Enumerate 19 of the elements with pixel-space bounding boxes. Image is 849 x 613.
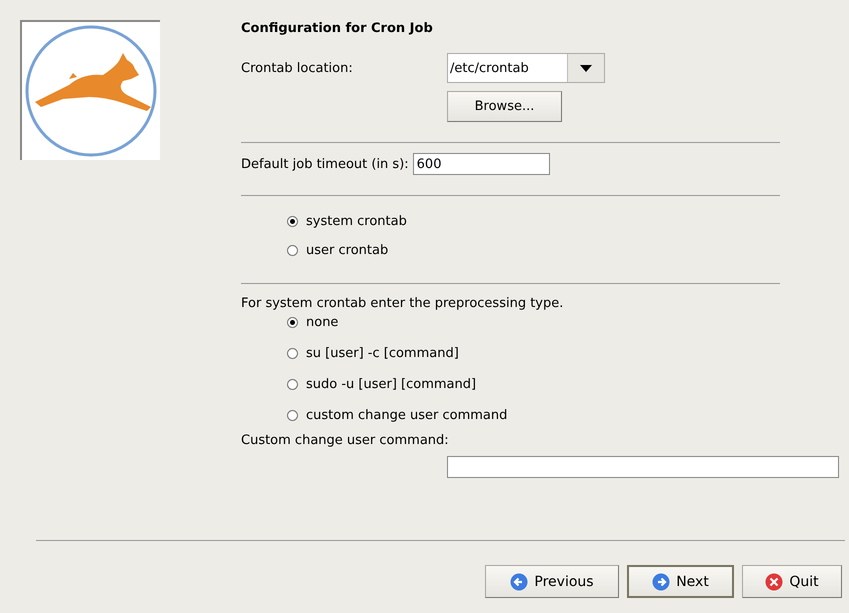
field-label: Custom change user command: (241, 433, 450, 448)
radio-option[interactable]: su [user] -c [command] (287, 338, 839, 369)
radio-option[interactable]: user crontab (287, 237, 839, 263)
instruction-text: For system crontab enter the preprocessing type. (241, 296, 564, 311)
wizard-button[interactable]: Previous (485, 565, 619, 598)
radio-option[interactable]: sudo -u [user] [command] (287, 369, 839, 400)
radio-option[interactable]: system crontab (287, 206, 839, 237)
field-label: Default job timeout (in s): (241, 156, 409, 172)
close-icon (765, 572, 784, 590)
wizard-button[interactable]: Quit (742, 565, 842, 598)
field-label: Crontab location: (241, 60, 354, 76)
custom-command-input[interactable] (447, 456, 839, 478)
section-heading: Configuration for Cron Job (241, 21, 434, 38)
wizard-button[interactable]: Next (627, 565, 734, 598)
timeout-input[interactable]: 600 (412, 153, 550, 175)
location-combobox[interactable]: /etc/crontab (447, 53, 605, 83)
dropdown-arrow-icon (580, 64, 592, 72)
radio-option[interactable]: custom change user command (287, 400, 839, 431)
browse-button[interactable]: Browse... (447, 91, 562, 122)
